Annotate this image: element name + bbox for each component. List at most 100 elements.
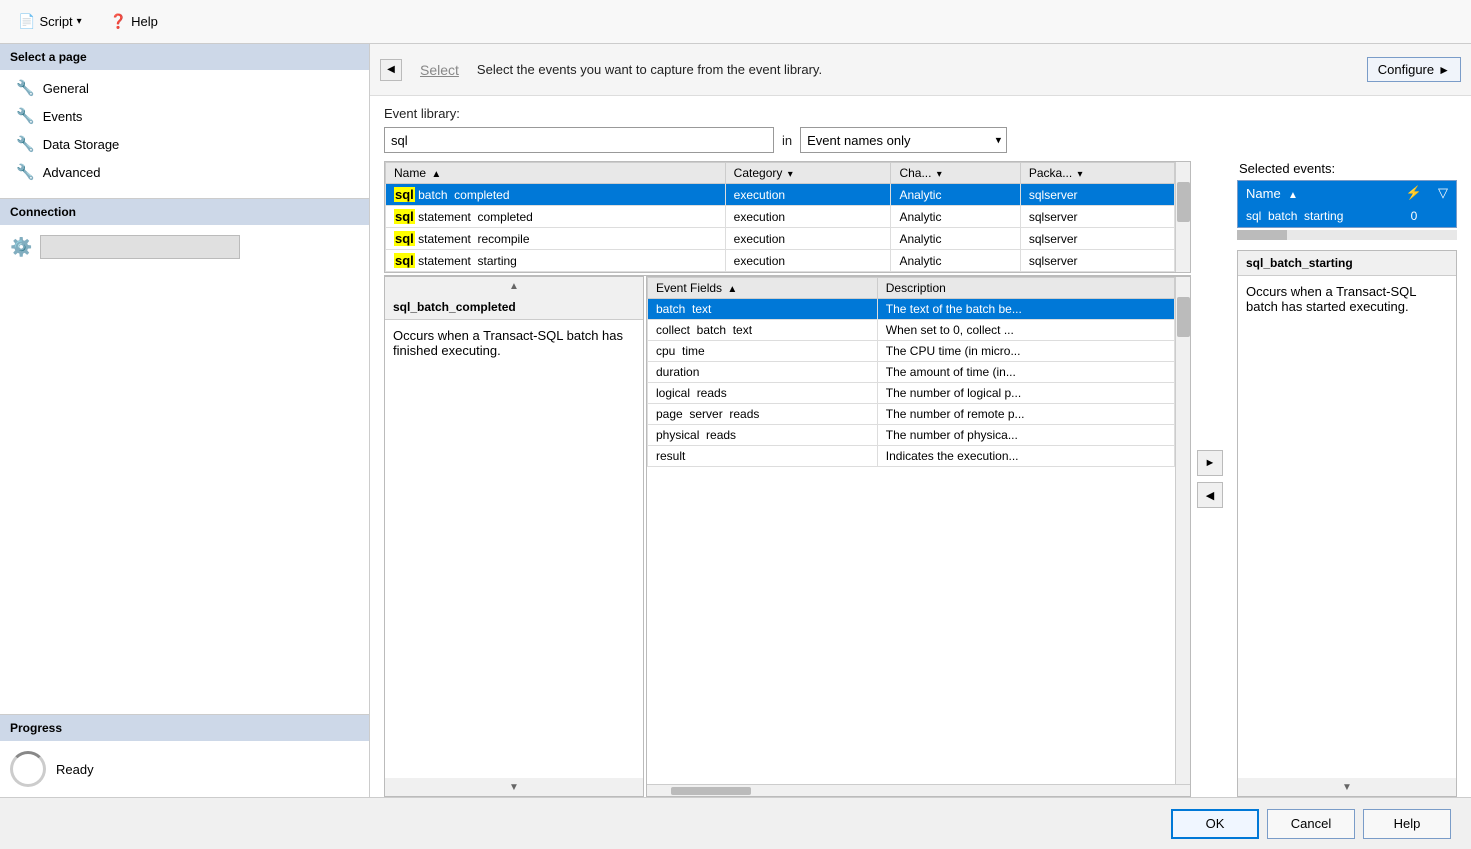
connection-section: Connection ⚙️ (0, 198, 369, 269)
left-panel: Name ▲ Category ▾ Cha... ▾ Packa... ▾ sq… (384, 161, 1191, 797)
search-input[interactable] (384, 127, 774, 153)
fields-row[interactable]: cpu time The CPU time (in micro... (648, 341, 1175, 362)
sidebar-item-datastorage[interactable]: 🔧 Data Storage (0, 130, 369, 158)
selected-scrollbar-thumb[interactable] (1237, 230, 1287, 240)
fields-scrollbar-thumb[interactable] (671, 787, 751, 795)
content-topbar: ◀ Select Select the events you want to c… (370, 44, 1471, 96)
arrow-left-button[interactable]: ◀ (1197, 482, 1223, 508)
scroll-down-btn[interactable]: ▼ (385, 778, 643, 796)
event-table-scroll-thumb[interactable] (1177, 182, 1190, 222)
selected-col-filter[interactable]: ▽ (1430, 181, 1456, 205)
fields-row[interactable]: result Indicates the execution... (648, 446, 1175, 467)
sidebar-item-label-advanced: Advanced (43, 165, 101, 180)
selected-scroll-down-btn[interactable]: ▼ (1238, 778, 1456, 796)
fields-horizontal-scrollbar[interactable] (647, 784, 1190, 796)
ok-button[interactable]: OK (1171, 809, 1259, 839)
fields-col-desc[interactable]: Description (877, 278, 1174, 299)
fields-col-name[interactable]: Event Fields ▲ (648, 278, 878, 299)
arrow-buttons: ► ◀ (1191, 161, 1229, 797)
event-library-area: Event library: in Event names only Event… (370, 96, 1471, 797)
selected-event-row[interactable]: sql batch starting 0 (1238, 205, 1456, 227)
fields-row[interactable]: batch text The text of the batch be... (648, 299, 1175, 320)
select-label[interactable]: Select (412, 58, 467, 82)
sidebar-item-general[interactable]: 🔧 General (0, 74, 369, 102)
sidebar-item-label-general: General (43, 81, 89, 96)
progress-content: Ready (0, 741, 369, 797)
table-row[interactable]: sql statement recompile execution Analyt… (386, 228, 1175, 250)
table-row[interactable]: sql statement starting execution Analyti… (386, 250, 1175, 272)
events-icon: 🔧 (16, 107, 35, 125)
event-detail-content: Occurs when a Transact-SQL batch has fin… (385, 320, 643, 778)
col-category[interactable]: Category ▾ (725, 163, 891, 184)
connection-content: ⚙️ (0, 225, 369, 269)
event-fields-panel: Event Fields ▲ Description batch text T (646, 276, 1191, 797)
event-detail-description: Occurs when a Transact-SQL batch has fin… (393, 328, 623, 358)
event-table-container: Name ▲ Category ▾ Cha... ▾ Packa... ▾ sq… (384, 161, 1191, 273)
script-button[interactable]: 📄 Script ▾ (12, 10, 88, 33)
sql-highlight: sql (394, 209, 415, 224)
sql-highlight: sql (394, 231, 415, 246)
select-page-title: Select a page (0, 44, 369, 70)
col-package[interactable]: Packa... ▾ (1020, 163, 1174, 184)
selected-col-name[interactable]: Name ▲ (1238, 181, 1398, 205)
fields-row[interactable]: page server reads The number of remote p… (648, 404, 1175, 425)
event-table: Name ▲ Category ▾ Cha... ▾ Packa... ▾ sq… (385, 162, 1175, 272)
filter-select[interactable]: Event names only Event names and descrip… (800, 127, 1007, 153)
selected-event-name: sql_batch_starting (1238, 251, 1456, 276)
table-row[interactable]: sql statement completed execution Analyt… (386, 206, 1175, 228)
sidebar-item-label-datastorage: Data Storage (43, 137, 120, 152)
connection-input (40, 235, 240, 259)
footer-help-button[interactable]: Help (1363, 809, 1451, 839)
selected-events-table: Name ▲ ⚡ ▽ (1238, 181, 1456, 227)
event-library-label: Event library: (384, 106, 1457, 121)
sidebar: Select a page 🔧 General 🔧 Events 🔧 Data … (0, 44, 370, 797)
progress-title: Progress (0, 715, 369, 741)
configure-arrow-icon: ► (1438, 63, 1450, 77)
sidebar-item-events[interactable]: 🔧 Events (0, 102, 369, 130)
selected-scrollbar[interactable] (1237, 230, 1457, 240)
main-area: Select a page 🔧 General 🔧 Events 🔧 Data … (0, 44, 1471, 797)
content-area: ◀ Select Select the events you want to c… (370, 44, 1471, 797)
script-dropdown-icon[interactable]: ▾ (77, 16, 82, 27)
col-name[interactable]: Name ▲ (386, 163, 726, 184)
sort-icon: ▲ (1288, 190, 1298, 201)
progress-section: Progress Ready (0, 714, 369, 797)
event-table-scrollbar[interactable] (1175, 162, 1190, 272)
back-button[interactable]: ◀ (380, 59, 402, 81)
fields-scroll-thumb[interactable] (1177, 297, 1190, 337)
fields-row[interactable]: collect batch text When set to 0, collec… (648, 320, 1175, 341)
fields-row[interactable]: duration The amount of time (in... (648, 362, 1175, 383)
fields-row[interactable]: logical reads The number of logical p... (648, 383, 1175, 404)
selected-col-bolt[interactable]: ⚡ (1398, 181, 1430, 205)
selected-event-desc-text: Occurs when a Transact-SQL batch has sta… (1246, 284, 1416, 314)
help-icon: ❓ (110, 13, 127, 30)
selected-event-desc: Occurs when a Transact-SQL batch has sta… (1238, 276, 1456, 778)
description-text: Select the events you want to capture fr… (477, 62, 1357, 77)
general-icon: 🔧 (16, 79, 35, 97)
col-channel[interactable]: Cha... ▾ (891, 163, 1020, 184)
fields-table-scrollbar[interactable] (1175, 277, 1190, 784)
sidebar-item-advanced[interactable]: 🔧 Advanced (0, 158, 369, 186)
cancel-button[interactable]: Cancel (1267, 809, 1355, 839)
search-row: in Event names only Event names and desc… (384, 127, 1457, 153)
progress-status: Ready (56, 762, 94, 777)
right-panel: Selected events: Name ▲ ⚡ (1237, 161, 1457, 797)
configure-label: Configure (1378, 62, 1434, 77)
event-detail: ▲ sql_batch_completed Occurs when a Tran… (384, 276, 644, 797)
table-row[interactable]: sql batch completed execution Analytic s… (386, 184, 1175, 206)
arrow-right-button[interactable]: ► (1197, 450, 1223, 476)
filter-icon: ▽ (1438, 185, 1448, 200)
fields-row[interactable]: physical reads The number of physica... (648, 425, 1175, 446)
connection-icon: ⚙️ (10, 237, 32, 258)
help-label: Help (131, 14, 158, 29)
selected-events-label: Selected events: (1237, 161, 1457, 176)
configure-button[interactable]: Configure ► (1367, 57, 1461, 82)
bottom-bar: OK Cancel Help (0, 797, 1471, 849)
bolt-icon: ⚡ (1406, 185, 1422, 200)
script-label: Script (39, 14, 72, 29)
help-button[interactable]: ❓ Help (104, 10, 164, 33)
scroll-up-btn[interactable]: ▲ (385, 277, 643, 295)
toolbar: 📄 Script ▾ ❓ Help (0, 0, 1471, 44)
connection-title: Connection (0, 199, 369, 225)
sql-highlight: sql (394, 253, 415, 268)
